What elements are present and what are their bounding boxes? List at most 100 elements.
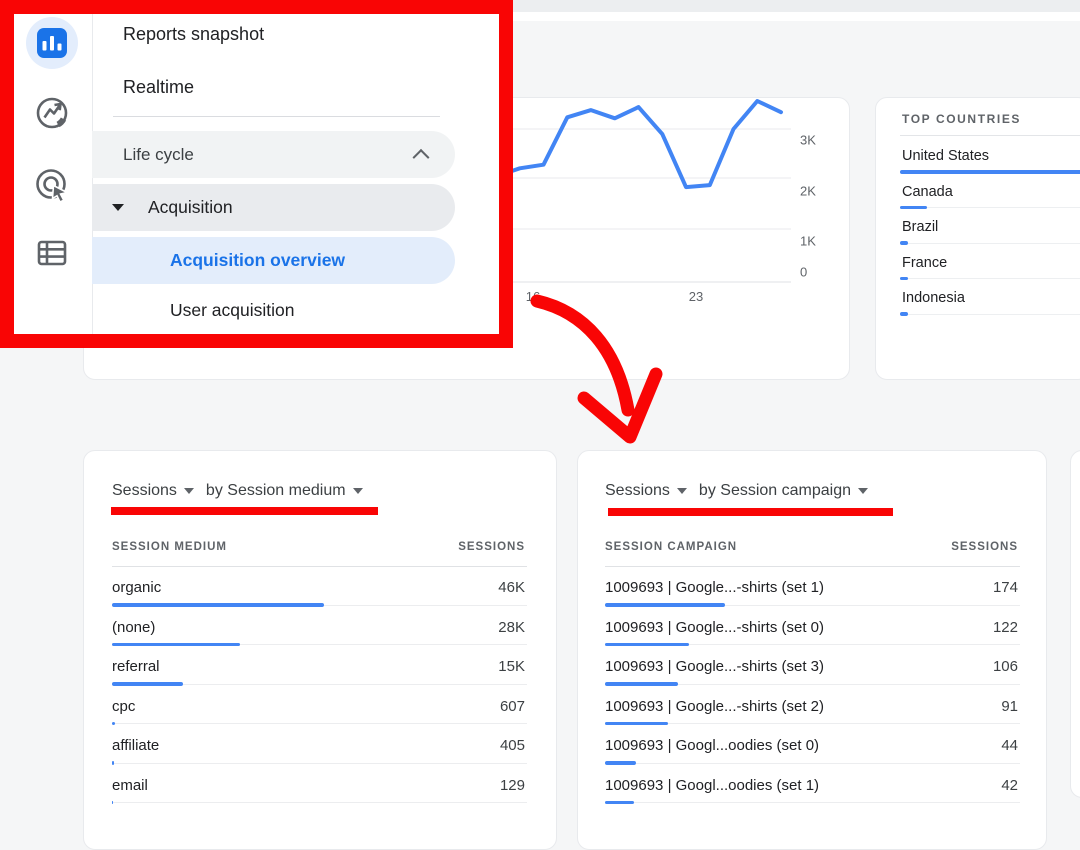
bar-track bbox=[900, 278, 1080, 279]
nav-label: User acquisition bbox=[170, 300, 295, 321]
row-bar bbox=[605, 682, 678, 686]
country-bar bbox=[900, 312, 908, 316]
svg-text:23: 23 bbox=[689, 289, 703, 304]
row-label: 1009693 | Googl...oodies (set 1) bbox=[605, 777, 819, 794]
explore-icon[interactable] bbox=[34, 95, 70, 131]
row-label: 1009693 | Google...-shirts (set 1) bbox=[605, 579, 824, 596]
column-header-metric: SESSIONS bbox=[951, 541, 1018, 553]
row-value: 91 bbox=[938, 698, 1018, 715]
metric-selector[interactable]: Sessions bbox=[605, 482, 687, 500]
nav-item-realtime[interactable]: Realtime bbox=[123, 67, 194, 107]
row-bar bbox=[112, 603, 324, 607]
svg-text:16: 16 bbox=[526, 289, 540, 304]
row-bar bbox=[112, 761, 114, 765]
row-divider bbox=[112, 763, 527, 764]
country-bar bbox=[900, 206, 927, 210]
row-bar bbox=[605, 761, 636, 765]
advertising-icon[interactable] bbox=[34, 167, 70, 203]
column-header-metric: SESSIONS bbox=[458, 541, 525, 553]
country-label: France bbox=[902, 255, 947, 271]
row-value: 15K bbox=[445, 658, 525, 675]
country-bar bbox=[900, 170, 1080, 174]
bar-track bbox=[900, 314, 1080, 315]
row-value: 129 bbox=[445, 777, 525, 794]
dimension-label: by Session medium bbox=[206, 482, 346, 500]
card-header: Sessions by Session campaign bbox=[605, 482, 868, 500]
triangle-down-icon[interactable] bbox=[112, 204, 124, 211]
country-bar bbox=[900, 277, 908, 281]
row-divider bbox=[605, 763, 1020, 764]
dimension-label: by Session campaign bbox=[699, 482, 851, 500]
row-bar bbox=[112, 801, 113, 805]
row-divider bbox=[112, 723, 527, 724]
row-bar bbox=[112, 722, 115, 726]
country-bar bbox=[900, 241, 908, 245]
nav-label: Life cycle bbox=[123, 145, 194, 165]
reports-icon[interactable] bbox=[26, 17, 78, 69]
row-label: 1009693 | Google...-shirts (set 2) bbox=[605, 698, 824, 715]
bar-track bbox=[900, 207, 1080, 208]
row-label: email bbox=[112, 777, 148, 794]
country-label: Brazil bbox=[902, 219, 938, 235]
row-value: 174 bbox=[938, 579, 1018, 596]
metric-label: Sessions bbox=[605, 482, 670, 500]
top-countries-card: TOP COUNTRIES United StatesCanadaBrazilF… bbox=[875, 97, 1080, 380]
country-label: Indonesia bbox=[902, 290, 965, 306]
row-bar bbox=[605, 603, 725, 607]
row-divider bbox=[112, 802, 527, 803]
nav-collection-life-cycle[interactable]: Life cycle bbox=[92, 131, 455, 178]
row-value: 28K bbox=[445, 619, 525, 636]
nav-label: Acquisition overview bbox=[170, 250, 345, 271]
sessions-by-medium-card: Sessions by Session medium SESSION MEDIU… bbox=[83, 450, 557, 850]
card-header: Sessions by Session medium bbox=[112, 482, 363, 500]
next-card-edge bbox=[1070, 450, 1080, 798]
row-label: cpc bbox=[112, 698, 135, 715]
svg-text:1K: 1K bbox=[800, 234, 816, 249]
divider bbox=[605, 566, 1020, 567]
bar-track bbox=[900, 243, 1080, 244]
row-label: affiliate bbox=[112, 737, 159, 754]
row-label: 1009693 | Googl...oodies (set 0) bbox=[605, 737, 819, 754]
svg-text:2K: 2K bbox=[800, 184, 816, 199]
row-value: 106 bbox=[938, 658, 1018, 675]
svg-text:3K: 3K bbox=[800, 133, 816, 148]
row-value: 44 bbox=[938, 737, 1018, 754]
column-header-dimension: SESSION MEDIUM bbox=[112, 541, 227, 553]
metric-selector[interactable]: Sessions bbox=[112, 482, 194, 500]
row-label: organic bbox=[112, 579, 161, 596]
sessions-by-campaign-card: Sessions by Session campaign SESSION CAM… bbox=[577, 450, 1047, 850]
chevron-down-icon bbox=[858, 488, 868, 494]
nav-item-reports-snapshot[interactable]: Reports snapshot bbox=[123, 14, 264, 54]
row-value: 42 bbox=[938, 777, 1018, 794]
nav-label: Acquisition bbox=[148, 197, 233, 218]
nav-label: Realtime bbox=[123, 77, 194, 98]
row-divider bbox=[605, 802, 1020, 803]
red-underline-annotation bbox=[608, 508, 893, 516]
ga4-acquisition-screenshot: { "colors": { "annotation_red": "#f90505… bbox=[0, 0, 1080, 798]
divider bbox=[113, 116, 440, 117]
top-countries-title: TOP COUNTRIES bbox=[902, 112, 1021, 126]
dimension-selector[interactable]: by Session campaign bbox=[699, 482, 868, 500]
chevron-up-icon[interactable] bbox=[413, 149, 430, 166]
nav-report-acquisition-overview[interactable]: Acquisition overview bbox=[92, 237, 455, 284]
row-value: 405 bbox=[445, 737, 525, 754]
row-bar bbox=[112, 643, 240, 647]
divider bbox=[112, 566, 527, 567]
red-underline-annotation bbox=[111, 507, 378, 515]
metric-label: Sessions bbox=[112, 482, 177, 500]
column-header-dimension: SESSION CAMPAIGN bbox=[605, 541, 737, 553]
row-label: 1009693 | Google...-shirts (set 0) bbox=[605, 619, 824, 636]
row-value: 607 bbox=[445, 698, 525, 715]
nav-report-user-acquisition[interactable]: User acquisition bbox=[170, 290, 295, 330]
chevron-down-icon bbox=[184, 488, 194, 494]
nav-topic-acquisition[interactable]: Acquisition bbox=[92, 184, 455, 231]
report-nav-panel: Reports snapshot Realtime Life cycle Acq… bbox=[0, 0, 513, 348]
divider bbox=[900, 135, 1080, 136]
svg-text:0: 0 bbox=[800, 265, 807, 280]
row-bar bbox=[605, 801, 634, 805]
row-value: 46K bbox=[445, 579, 525, 596]
dimension-selector[interactable]: by Session medium bbox=[206, 482, 363, 500]
row-bar bbox=[605, 722, 668, 726]
row-label: (none) bbox=[112, 619, 155, 636]
library-icon[interactable] bbox=[34, 235, 70, 271]
